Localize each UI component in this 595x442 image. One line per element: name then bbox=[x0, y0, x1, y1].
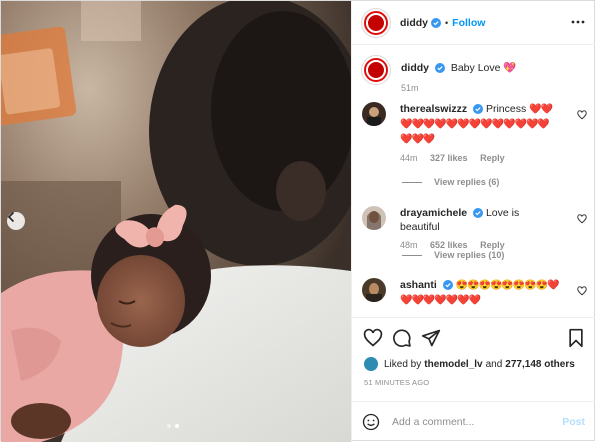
post-actions bbox=[352, 317, 595, 357]
author-username[interactable]: diddy bbox=[400, 17, 428, 29]
post-comment-button[interactable]: Post bbox=[562, 416, 585, 428]
caption-emoji: 💖 bbox=[503, 62, 517, 74]
emoji-smiley-icon[interactable] bbox=[362, 413, 380, 431]
carousel-dot bbox=[167, 424, 171, 428]
post-header: diddy • Follow bbox=[352, 1, 595, 45]
comment-item: therealswizzz Princess ❤️❤️❤️❤️❤️❤️❤️❤️❤… bbox=[362, 102, 587, 165]
view-replies-label: View replies (6) bbox=[434, 177, 500, 187]
comment-like-heart-icon[interactable] bbox=[577, 110, 587, 120]
comment-reply-button[interactable]: Reply bbox=[480, 240, 505, 250]
post-modal: diddy • Follow diddy Baby Love 💖 51m the… bbox=[0, 0, 595, 442]
caption-time: 51m bbox=[401, 83, 419, 93]
share-paper-plane-icon[interactable] bbox=[421, 328, 441, 348]
caption-avatar[interactable] bbox=[362, 56, 390, 84]
comment-text: Princess bbox=[485, 103, 527, 115]
chevron-left-icon bbox=[7, 212, 14, 222]
like-heart-icon[interactable] bbox=[363, 328, 383, 348]
add-comment-bar: Post bbox=[352, 401, 595, 442]
photo-illustration bbox=[1, 1, 351, 442]
comment-time: 48m bbox=[400, 240, 418, 250]
more-options-icon[interactable] bbox=[571, 15, 585, 29]
comment-likes[interactable]: 327 likes bbox=[430, 153, 468, 163]
caption-text: Baby Love bbox=[450, 62, 501, 74]
post-caption: diddy Baby Love 💖 51m bbox=[362, 56, 516, 95]
author-avatar[interactable] bbox=[362, 8, 390, 37]
post-panel: diddy • Follow diddy Baby Love 💖 51m the… bbox=[351, 1, 595, 442]
comment-reply-button[interactable]: Reply bbox=[480, 153, 505, 163]
comment-like-heart-icon[interactable] bbox=[577, 214, 587, 224]
comment-bubble-icon[interactable] bbox=[392, 328, 412, 348]
liked-by-and: and bbox=[485, 358, 503, 370]
verified-badge-icon bbox=[473, 104, 484, 114]
comment-time: 44m bbox=[400, 153, 418, 163]
liker-username[interactable]: themodel_lv bbox=[424, 359, 482, 370]
likes-count[interactable]: 277,148 others bbox=[505, 359, 575, 370]
view-replies-button[interactable]: View replies (6) bbox=[402, 177, 499, 187]
verified-badge-icon bbox=[434, 63, 445, 73]
comment-item: drayamichele Love is beautiful 48m 652 l… bbox=[362, 206, 587, 252]
caption-username[interactable]: diddy bbox=[401, 62, 429, 74]
commenter-avatar[interactable] bbox=[362, 206, 386, 230]
comment-likes[interactable]: 652 likes bbox=[430, 240, 468, 250]
view-replies-button[interactable]: View replies (10) bbox=[402, 250, 504, 260]
post-timestamp[interactable]: 51 MINUTES AGO bbox=[364, 378, 429, 387]
verified-badge-icon bbox=[442, 280, 453, 290]
commenter-username[interactable]: ashanti bbox=[400, 279, 437, 291]
comment-input[interactable] bbox=[392, 416, 552, 428]
verified-badge-icon bbox=[473, 208, 484, 218]
liked-by: Liked by themodel_lv and 277,148 others bbox=[364, 357, 575, 371]
carousel-indicator bbox=[167, 424, 179, 428]
comments-list[interactable]: diddy Baby Love 💖 51m therealswizzz Prin… bbox=[352, 46, 595, 317]
liked-by-prefix: Liked by bbox=[384, 358, 422, 370]
verified-badge-icon bbox=[431, 17, 441, 28]
commenter-username[interactable]: therealswizzz bbox=[400, 103, 467, 115]
comment-like-heart-icon[interactable] bbox=[577, 286, 587, 296]
commenter-username[interactable]: drayamichele bbox=[400, 207, 467, 219]
carousel-prev-button[interactable] bbox=[7, 212, 25, 230]
comment-item: ashanti 😍😍😍😍😍😍😍😍❤️❤️❤️❤️❤️❤️❤️❤️ bbox=[362, 278, 587, 308]
save-bookmark-icon[interactable] bbox=[567, 328, 585, 348]
view-replies-label: View replies (10) bbox=[434, 250, 505, 260]
follow-button[interactable]: Follow bbox=[452, 17, 485, 29]
commenter-avatar[interactable] bbox=[362, 278, 386, 302]
post-photo[interactable] bbox=[1, 1, 351, 442]
liker-avatar[interactable] bbox=[364, 357, 378, 371]
commenter-avatar[interactable] bbox=[362, 102, 386, 126]
carousel-dot-active bbox=[175, 424, 179, 428]
header-separator: • bbox=[445, 17, 449, 28]
